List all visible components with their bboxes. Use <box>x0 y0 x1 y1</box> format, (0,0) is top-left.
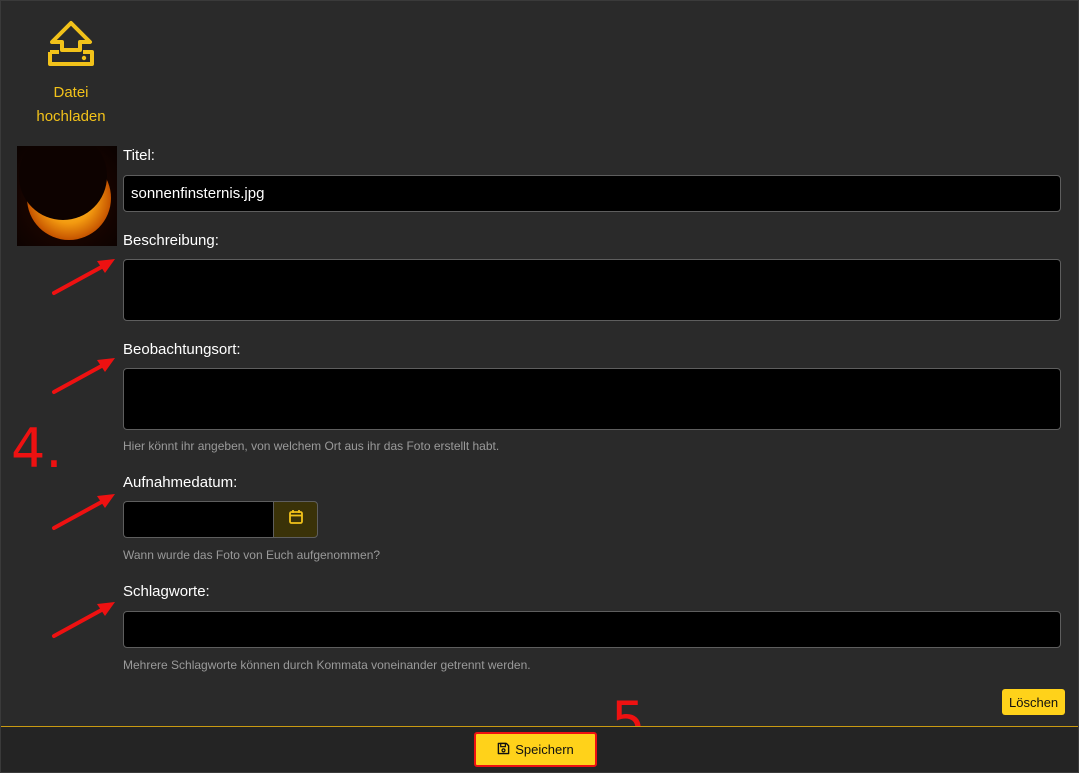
red-arrow-icon <box>52 259 115 295</box>
red-arrow-icon <box>52 358 115 394</box>
description-label: Beschreibung: <box>123 232 219 249</box>
location-label: Beobachtungsort: <box>123 341 241 358</box>
date-picker-button[interactable] <box>273 501 318 538</box>
tags-label: Schlagworte: <box>123 583 210 600</box>
upload-button[interactable]: Datei hochladen <box>21 19 121 129</box>
upload-label: Datei hochladen <box>36 84 106 125</box>
location-help-text: Hier könnt ihr angeben, von welchem Ort … <box>123 439 500 453</box>
date-input[interactable] <box>123 501 274 538</box>
red-arrow-icon <box>52 602 115 638</box>
photo-thumbnail <box>17 146 117 246</box>
tags-help-text: Mehrere Schlagworte können durch Kommata… <box>123 658 531 672</box>
calendar-icon <box>288 509 304 530</box>
title-input[interactable] <box>123 175 1061 212</box>
save-button-label: Speichern <box>515 742 574 757</box>
upload-icon <box>21 19 121 69</box>
date-label: Aufnahmedatum: <box>123 474 238 491</box>
date-help-text: Wann wurde das Foto von Euch aufgenommen… <box>123 548 381 562</box>
step-four-annotation: 4. <box>11 417 63 480</box>
location-textarea[interactable] <box>123 368 1061 430</box>
title-label: Titel: <box>123 147 155 164</box>
save-button[interactable]: Speichern <box>474 732 597 767</box>
description-textarea[interactable] <box>123 259 1061 321</box>
red-arrow-icon <box>52 494 115 530</box>
delete-button[interactable]: Löschen <box>1002 689 1066 715</box>
floppy-disk-icon <box>497 742 510 758</box>
tags-input[interactable] <box>123 611 1061 648</box>
upload-dialog: Datei hochladen Titel: Beschreibung: Beo… <box>0 0 1079 773</box>
